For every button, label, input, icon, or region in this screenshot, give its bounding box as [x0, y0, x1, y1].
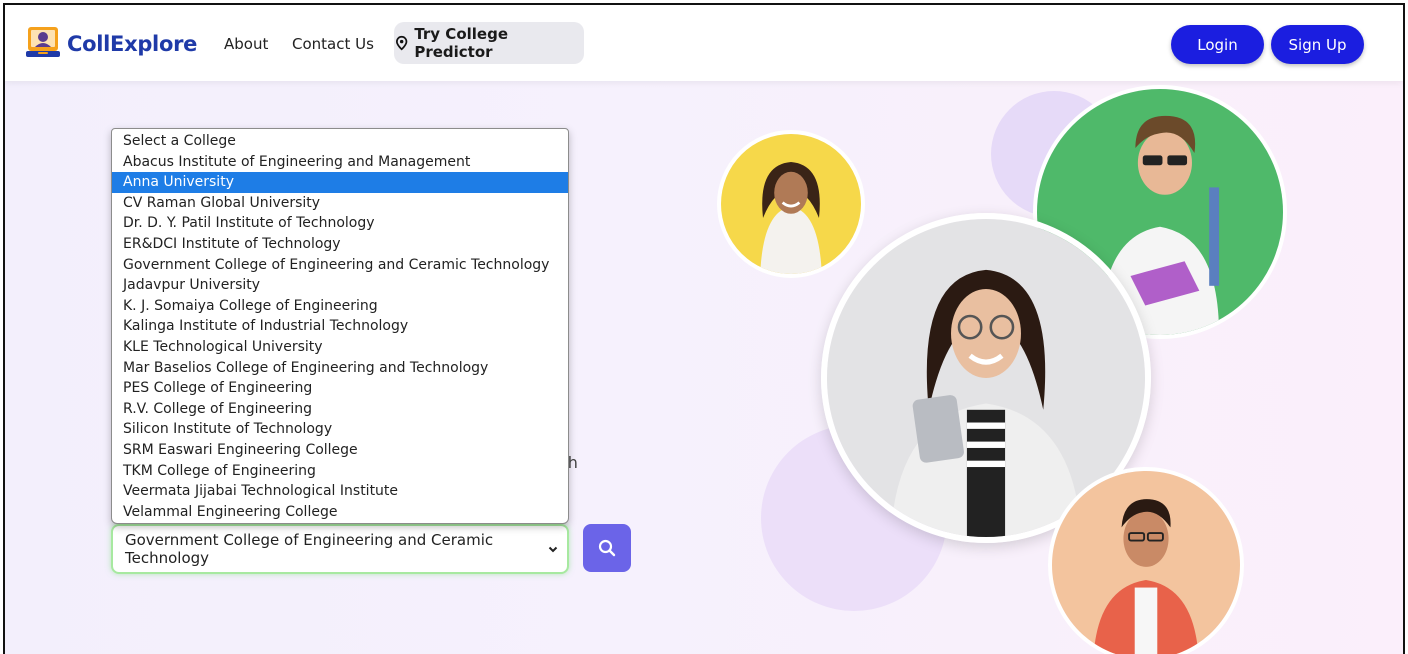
dropdown-option[interactable]: Select a College — [112, 131, 568, 152]
laptop-graduate-logo-icon[interactable] — [25, 25, 61, 61]
dropdown-option[interactable]: Abacus Institute of Engineering and Mana… — [112, 152, 568, 173]
college-select-value: Government College of Engineering and Ce… — [125, 531, 494, 567]
login-button[interactable]: Login — [1171, 25, 1264, 64]
dropdown-option[interactable]: ER&DCI Institute of Technology — [112, 234, 568, 255]
location-pin-icon — [396, 35, 408, 51]
dropdown-option[interactable]: Anna University — [112, 172, 568, 193]
dropdown-option[interactable]: Velammal Engineering College — [112, 502, 568, 523]
nav-link-about[interactable]: About — [224, 35, 268, 53]
predictor-label: Try College Predictor — [414, 25, 508, 61]
search-icon — [598, 539, 616, 557]
page-frame: CollExplore About Contact Us Try College… — [3, 3, 1405, 654]
chevron-down-icon — [548, 546, 558, 553]
dropdown-option[interactable]: Kalinga Institute of Industrial Technolo… — [112, 316, 568, 337]
college-select[interactable]: Government College of Engineering and Ce… — [111, 524, 569, 574]
dropdown-option[interactable]: Government College of Engineering and Ce… — [112, 255, 568, 276]
student-photo-yellow — [717, 130, 865, 278]
navbar: CollExplore About Contact Us Try College… — [5, 5, 1403, 81]
brand-name[interactable]: CollExplore — [67, 32, 197, 56]
dropdown-option[interactable]: Veermata Jijabai Technological Institute — [112, 481, 568, 502]
signup-button[interactable]: Sign Up — [1271, 25, 1364, 64]
dropdown-option[interactable]: Jadavpur University — [112, 275, 568, 296]
dropdown-option[interactable]: SRM Easwari Engineering College — [112, 440, 568, 461]
dropdown-option[interactable]: PES College of Engineering — [112, 378, 568, 399]
student-photo-orange — [1048, 467, 1244, 654]
dropdown-option[interactable]: R.V. College of Engineering — [112, 399, 568, 420]
search-button[interactable] — [583, 524, 631, 572]
dropdown-option[interactable]: KLE Technological University — [112, 337, 568, 358]
dropdown-option[interactable]: Dr. D. Y. Patil Institute of Technology — [112, 213, 568, 234]
college-dropdown-list[interactable]: Select a College Abacus Institute of Engi… — [111, 128, 569, 524]
nav-link-contact[interactable]: Contact Us — [292, 35, 374, 53]
dropdown-option[interactable]: TKM College of Engineering — [112, 461, 568, 482]
dropdown-option[interactable]: Mar Baselios College of Engineering and … — [112, 358, 568, 379]
try-college-predictor-button[interactable]: Try College Predictor — [394, 22, 584, 64]
dropdown-option[interactable]: Silicon Institute of Technology — [112, 419, 568, 440]
dropdown-option[interactable]: CV Raman Global University — [112, 193, 568, 214]
dropdown-option[interactable]: K. J. Somaiya College of Engineering — [112, 296, 568, 317]
